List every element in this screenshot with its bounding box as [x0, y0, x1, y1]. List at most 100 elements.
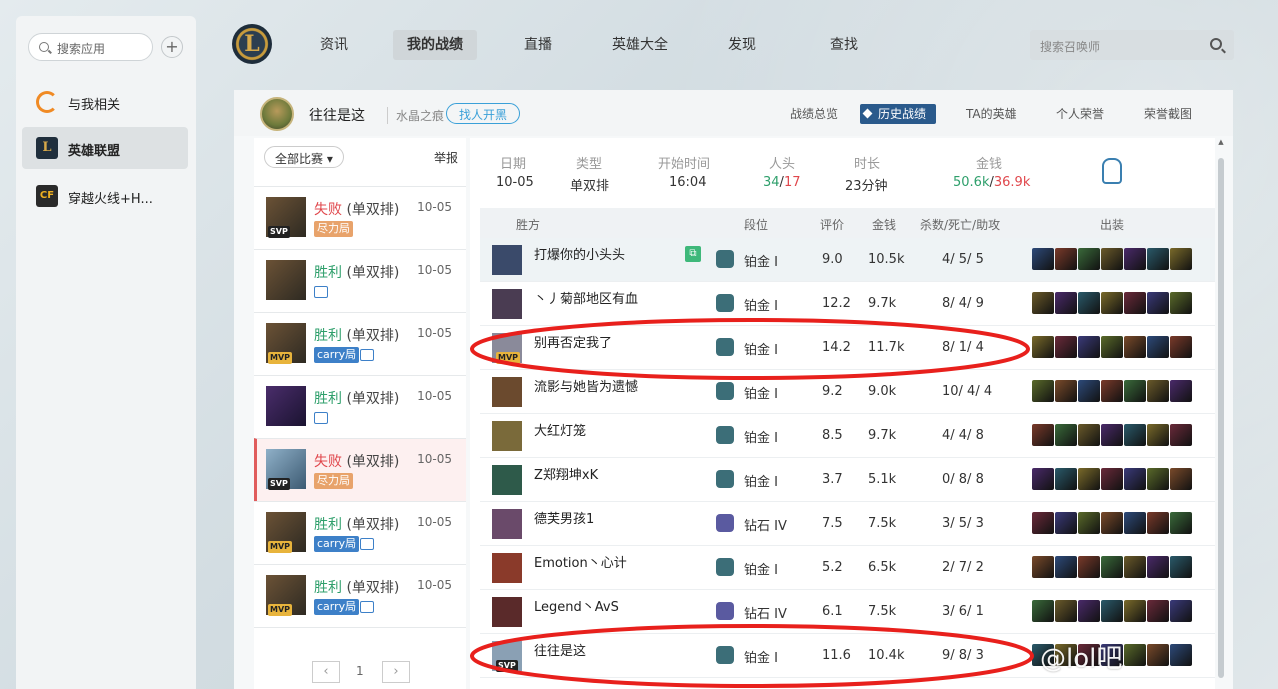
- item-icon[interactable]: [1101, 512, 1123, 534]
- table-row[interactable]: 流影与她皆为遗憾 铂金 I 9.2 9.0k 10/ 4/ 4: [480, 370, 1215, 414]
- item-icon[interactable]: [1078, 600, 1100, 622]
- player-name[interactable]: 往往是这: [534, 640, 586, 659]
- tab-news[interactable]: 资讯: [306, 30, 362, 60]
- list-item[interactable]: MVP 胜利 (单双排) 10-05 carry局: [254, 501, 466, 564]
- item-icon[interactable]: [1078, 248, 1100, 270]
- sidebar-item-related[interactable]: 与我相关: [22, 81, 188, 123]
- item-icon[interactable]: [1032, 424, 1054, 446]
- find-team-button[interactable]: 找人开黑: [446, 103, 521, 124]
- item-icon[interactable]: [1147, 512, 1169, 534]
- player-name[interactable]: 丶丿菊部地区有血: [534, 288, 638, 307]
- item-icon[interactable]: [1147, 380, 1169, 402]
- image-icon[interactable]: [360, 349, 374, 361]
- item-icon[interactable]: [1170, 512, 1192, 534]
- tab-screenshots[interactable]: 荣誉截图: [1144, 104, 1192, 124]
- player-name[interactable]: Emotion丶心计: [534, 552, 627, 571]
- player-name[interactable]: 打爆你的小头头: [534, 244, 625, 263]
- item-icon[interactable]: [1101, 600, 1123, 622]
- match-filter-select[interactable]: 全部比赛 ▾: [264, 146, 344, 168]
- table-row[interactable]: 丶丿菊部地区有血 铂金 I 12.2 9.7k 8/ 4/ 9: [480, 282, 1215, 326]
- item-icon[interactable]: [1124, 644, 1146, 666]
- item-icon[interactable]: [1032, 292, 1054, 314]
- item-icon[interactable]: [1170, 600, 1192, 622]
- item-icon[interactable]: [1055, 292, 1077, 314]
- item-icon[interactable]: [1147, 336, 1169, 358]
- tab-overview[interactable]: 战绩总览: [790, 104, 838, 124]
- item-icon[interactable]: [1055, 468, 1077, 490]
- item-icon[interactable]: [1124, 336, 1146, 358]
- item-icon[interactable]: [1170, 556, 1192, 578]
- item-icon[interactable]: [1147, 644, 1169, 666]
- replay-icon[interactable]: [1102, 158, 1122, 184]
- sidebar-item-cf[interactable]: CF 穿越火线+H...: [22, 175, 188, 217]
- item-icon[interactable]: [1032, 600, 1054, 622]
- add-app-button[interactable]: +: [161, 36, 183, 58]
- item-icon[interactable]: [1078, 512, 1100, 534]
- item-icon[interactable]: [1078, 468, 1100, 490]
- item-icon[interactable]: [1032, 468, 1054, 490]
- item-icon[interactable]: [1147, 556, 1169, 578]
- item-icon[interactable]: [1147, 292, 1169, 314]
- player-name[interactable]: 流影与她皆为遗憾: [534, 376, 638, 395]
- item-icon[interactable]: [1124, 380, 1146, 402]
- item-icon[interactable]: [1101, 424, 1123, 446]
- item-icon[interactable]: [1032, 248, 1054, 270]
- tab-discover[interactable]: 发现: [714, 30, 770, 60]
- list-item-selected[interactable]: SVP 失败 (单双排) 10-05 尽力局: [254, 438, 466, 501]
- item-icon[interactable]: [1055, 556, 1077, 578]
- player-name[interactable]: Z郑翔坤xK: [534, 464, 598, 483]
- item-icon[interactable]: [1055, 380, 1077, 402]
- item-icon[interactable]: [1101, 468, 1123, 490]
- list-item[interactable]: 胜利 (单双排) 10-05: [254, 375, 466, 438]
- image-icon[interactable]: [314, 286, 328, 298]
- list-item[interactable]: 胜利 (单双排) 10-05: [254, 249, 466, 312]
- table-row[interactable]: 德芙男孩1 钻石 IV 7.5 7.5k 3/ 5/ 3: [480, 502, 1215, 546]
- sidebar-item-lol[interactable]: L 英雄联盟: [22, 127, 188, 169]
- player-name[interactable]: 别再否定我了: [534, 332, 612, 351]
- item-icon[interactable]: [1032, 556, 1054, 578]
- item-icon[interactable]: [1124, 248, 1146, 270]
- image-icon[interactable]: [360, 538, 374, 550]
- tab-heroes[interactable]: TA的英雄: [966, 104, 1017, 124]
- item-icon[interactable]: [1124, 292, 1146, 314]
- item-icon[interactable]: [1124, 512, 1146, 534]
- tab-live[interactable]: 直播: [510, 30, 566, 60]
- tab-my-record[interactable]: 我的战绩: [393, 30, 477, 60]
- item-icon[interactable]: [1147, 468, 1169, 490]
- table-row[interactable]: 打爆你的小头头 ⧉ 铂金 I 9.0 10.5k 4/ 5/ 5: [480, 238, 1215, 282]
- item-icon[interactable]: [1032, 336, 1054, 358]
- prev-page-button[interactable]: ‹: [312, 661, 340, 683]
- item-icon[interactable]: [1101, 248, 1123, 270]
- item-icon[interactable]: [1078, 292, 1100, 314]
- search-icon[interactable]: [1210, 38, 1222, 50]
- item-icon[interactable]: [1078, 556, 1100, 578]
- image-icon[interactable]: [314, 412, 328, 424]
- item-icon[interactable]: [1124, 468, 1146, 490]
- item-icon[interactable]: [1055, 424, 1077, 446]
- item-icon[interactable]: [1101, 336, 1123, 358]
- item-icon[interactable]: [1078, 424, 1100, 446]
- table-row[interactable]: Emotion丶心计 铂金 I 5.2 6.5k 2/ 7/ 2: [480, 546, 1215, 590]
- item-icon[interactable]: [1147, 248, 1169, 270]
- item-icon[interactable]: [1170, 336, 1192, 358]
- item-icon[interactable]: [1101, 556, 1123, 578]
- player-name[interactable]: 德芙男孩1: [534, 508, 594, 527]
- item-icon[interactable]: [1147, 600, 1169, 622]
- table-row[interactable]: 大红灯笼 铂金 I 8.5 9.7k 4/ 4/ 8: [480, 414, 1215, 458]
- summoner-search-input[interactable]: 搜索召唤师: [1030, 30, 1234, 60]
- item-icon[interactable]: [1055, 336, 1077, 358]
- next-page-button[interactable]: ›: [382, 661, 410, 683]
- item-icon[interactable]: [1170, 248, 1192, 270]
- list-item[interactable]: MVP 胜利 (单双排) 10-05 carry局: [254, 312, 466, 375]
- item-icon[interactable]: [1170, 468, 1192, 490]
- item-icon[interactable]: [1032, 512, 1054, 534]
- item-icon[interactable]: [1055, 600, 1077, 622]
- table-row[interactable]: MVP 别再否定我了 铂金 I 14.2 11.7k 8/ 1/ 4: [480, 326, 1215, 370]
- item-icon[interactable]: [1170, 292, 1192, 314]
- item-icon[interactable]: [1055, 512, 1077, 534]
- item-icon[interactable]: [1101, 380, 1123, 402]
- scrollbar[interactable]: ▲: [1217, 138, 1225, 689]
- table-row[interactable]: Z郑翔坤xK 铂金 I 3.7 5.1k 0/ 8/ 8: [480, 458, 1215, 502]
- player-name[interactable]: Legend丶AvS: [534, 596, 619, 615]
- item-icon[interactable]: [1170, 380, 1192, 402]
